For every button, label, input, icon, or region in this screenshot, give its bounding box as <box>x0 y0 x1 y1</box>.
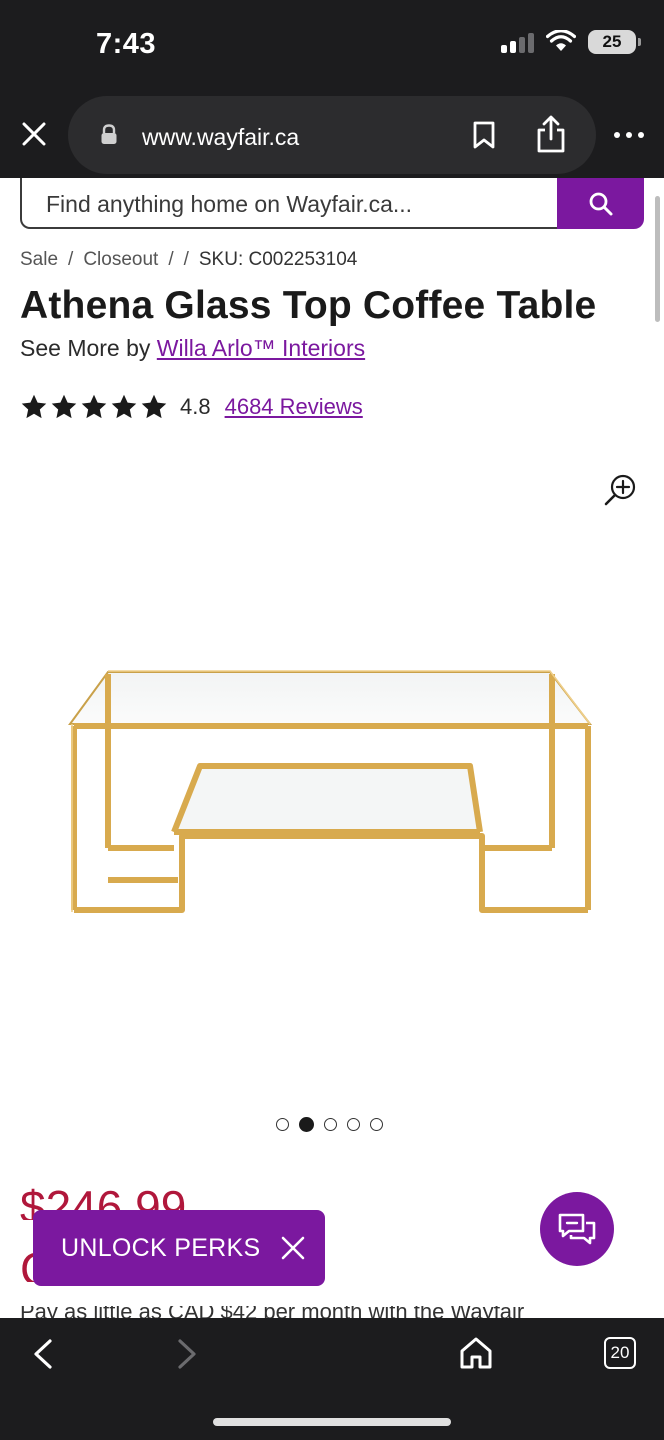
product-title: Athena Glass Top Coffee Table <box>20 284 597 327</box>
financing-text-line: Pay as little as CAD $42 per month with … <box>20 1306 660 1318</box>
star-icon <box>111 394 137 419</box>
home-indicator[interactable] <box>213 1418 451 1426</box>
share-icon[interactable] <box>534 114 568 154</box>
bookmark-icon[interactable] <box>471 120 497 150</box>
breadcrumb-sku: SKU: C002253104 <box>198 249 358 270</box>
brand-link[interactable]: Willa Arlo™ Interiors <box>157 335 365 361</box>
status-bar: 7:43 25 <box>0 0 664 92</box>
signal-icon <box>501 31 534 53</box>
carousel-dot[interactable] <box>324 1118 337 1131</box>
carousel-dots <box>276 1117 383 1132</box>
breadcrumb: Sale / Closeout / / SKU: C002253104 <box>20 249 357 271</box>
address-bar[interactable]: www.wayfair.ca <box>68 96 596 174</box>
lock-icon <box>101 124 117 144</box>
wifi-icon <box>546 30 576 51</box>
carousel-dot[interactable] <box>299 1117 314 1132</box>
star-icon <box>141 394 167 419</box>
product-image[interactable] <box>60 660 606 930</box>
star-rating <box>20 393 168 421</box>
breadcrumb-closeout[interactable]: Closeout <box>83 249 158 271</box>
breadcrumb-separator: / <box>183 249 189 270</box>
carousel-dot[interactable] <box>347 1118 360 1131</box>
browser-bottom-bar: 20 <box>0 1318 664 1440</box>
rating-row: 4.8 4684 Reviews <box>20 393 363 421</box>
star-icon <box>51 394 77 419</box>
close-icon[interactable] <box>281 1236 305 1260</box>
chat-icon <box>558 1213 596 1245</box>
carousel-dot[interactable] <box>276 1118 289 1131</box>
see-more-by: See More by Willa Arlo™ Interiors <box>20 335 365 362</box>
table-glass <box>68 671 593 831</box>
battery-icon: 25 <box>588 30 641 54</box>
zoom-in-icon[interactable] <box>603 472 639 508</box>
breadcrumb-separator: / <box>168 249 174 270</box>
unlock-perks-banner[interactable]: UNLOCK PERKS <box>33 1210 325 1286</box>
status-time: 7:43 <box>96 28 157 60</box>
browser-toolbar: www.wayfair.ca <box>0 92 664 178</box>
home-icon[interactable] <box>458 1336 494 1370</box>
unlock-perks-label: UNLOCK PERKS <box>61 1233 261 1262</box>
rating-value: 4.8 <box>180 394 211 419</box>
search-icon <box>589 192 612 215</box>
breadcrumb-separator: / <box>68 249 74 270</box>
more-icon[interactable] <box>614 132 644 138</box>
financing-text: Pay as little as CAD $42 per month with … <box>20 1306 660 1318</box>
see-more-prefix: See More by <box>20 335 151 361</box>
search-input[interactable]: Find anything home on Wayfair.ca... <box>20 178 560 229</box>
url-text: www.wayfair.ca <box>142 124 300 150</box>
back-icon[interactable] <box>30 1338 56 1370</box>
tabs-icon[interactable]: 20 <box>604 1337 636 1369</box>
star-icon <box>81 394 107 419</box>
close-icon[interactable] <box>20 120 48 148</box>
site-search: Find anything home on Wayfair.ca... <box>20 178 644 230</box>
carousel-dot[interactable] <box>370 1118 383 1131</box>
scrollbar[interactable] <box>655 196 660 322</box>
reviews-link[interactable]: 4684 Reviews <box>225 394 363 420</box>
star-icon <box>21 394 47 419</box>
breadcrumb-sale[interactable]: Sale <box>20 249 58 271</box>
chat-button[interactable] <box>540 1192 614 1266</box>
status-icons: 25 <box>501 30 641 54</box>
forward-icon[interactable] <box>174 1338 200 1370</box>
search-button[interactable] <box>557 178 644 229</box>
